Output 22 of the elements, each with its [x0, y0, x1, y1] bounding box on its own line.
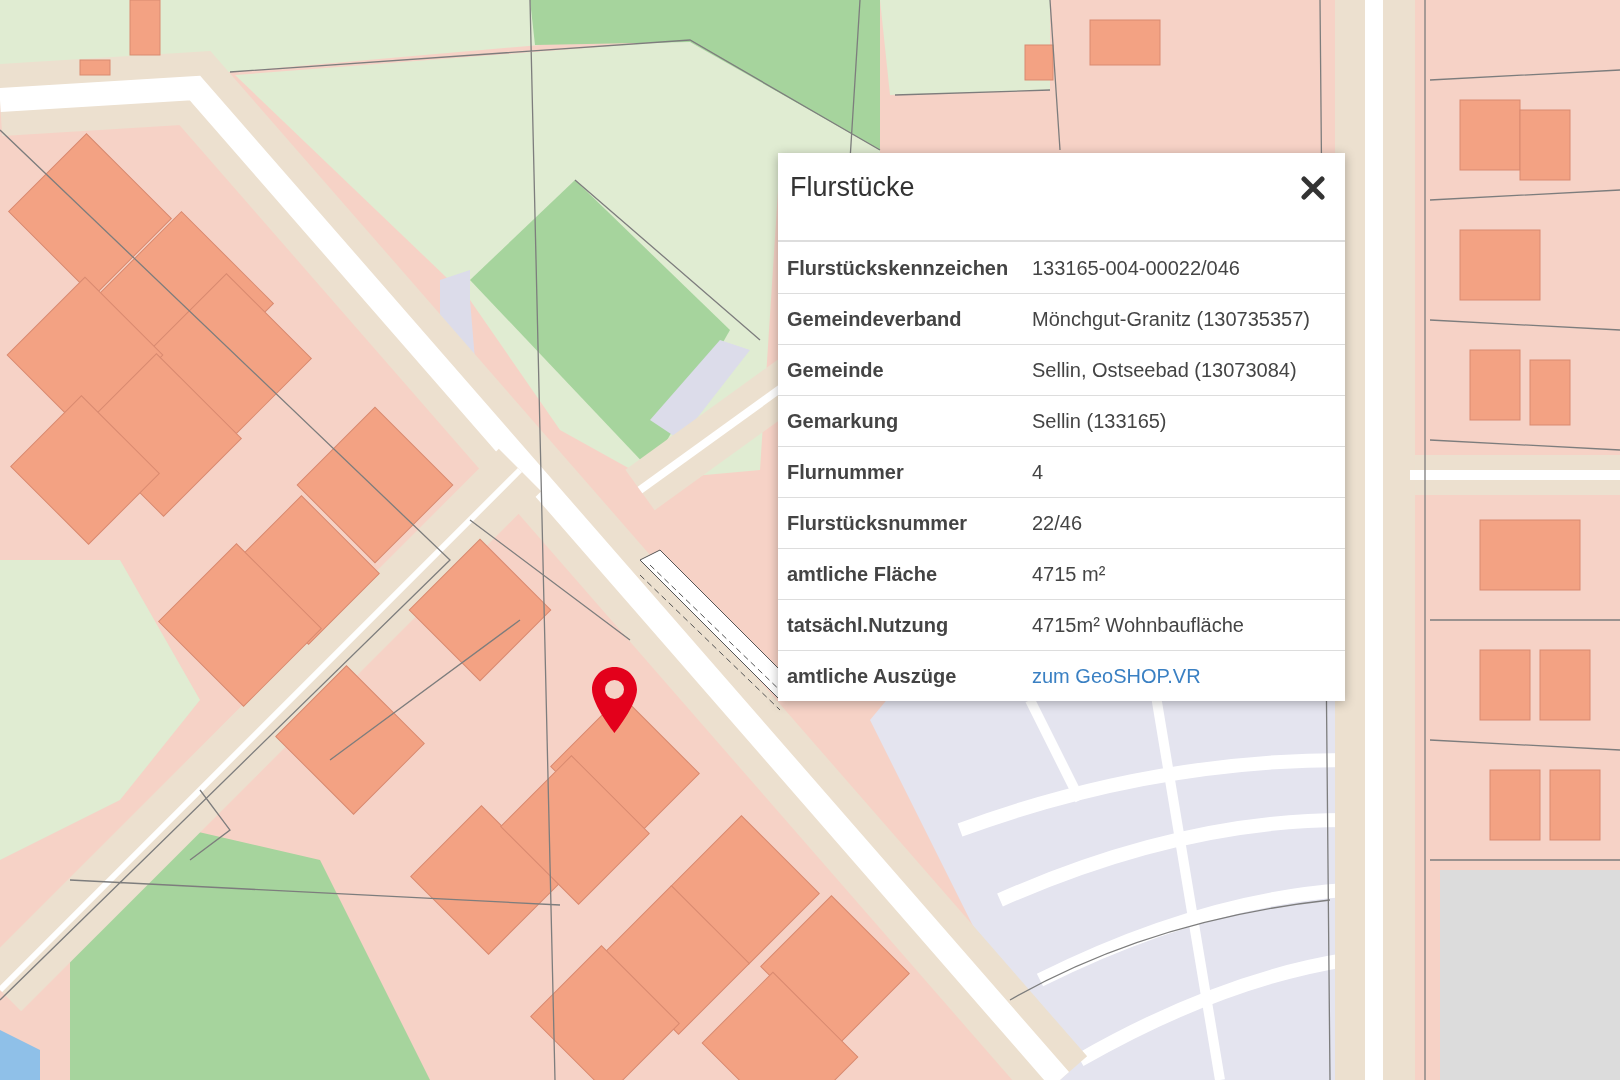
field-value: Sellin, Ostseebad (13073084) [1032, 358, 1297, 383]
field-label: Gemeindeverband [787, 308, 962, 330]
close-icon [1301, 176, 1325, 200]
field-value: Mönchgut-Granitz (130735357) [1032, 307, 1310, 332]
close-button[interactable] [1299, 174, 1327, 202]
field-value: Sellin (133165) [1032, 409, 1167, 434]
field-label: Flurstücksnummer [787, 512, 968, 534]
field-label: amtliche Fläche [787, 563, 938, 585]
field-label: tatsächl.Nutzung [787, 614, 949, 636]
field-label: Gemeinde [787, 359, 884, 381]
field-value: 4715 m² [1032, 562, 1106, 587]
field-label: Flurnummer [787, 461, 904, 483]
field-value: 22/46 [1032, 511, 1083, 536]
field-value: 4715m² Wohnbaufläche [1032, 613, 1244, 638]
shop-link[interactable]: zum GeoSHOP.VR [1032, 661, 1201, 691]
field-value: 4 [1032, 460, 1044, 485]
field-label: Gemarkung [787, 410, 899, 432]
field-label: Flurstückskennzeichen [787, 256, 1009, 279]
popup-title: Flurstücke [790, 171, 915, 204]
map-pin-icon[interactable] [592, 667, 637, 733]
field-value: 133165-004-00022/046 [1032, 255, 1240, 281]
field-label: amtliche Auszüge [787, 665, 957, 687]
